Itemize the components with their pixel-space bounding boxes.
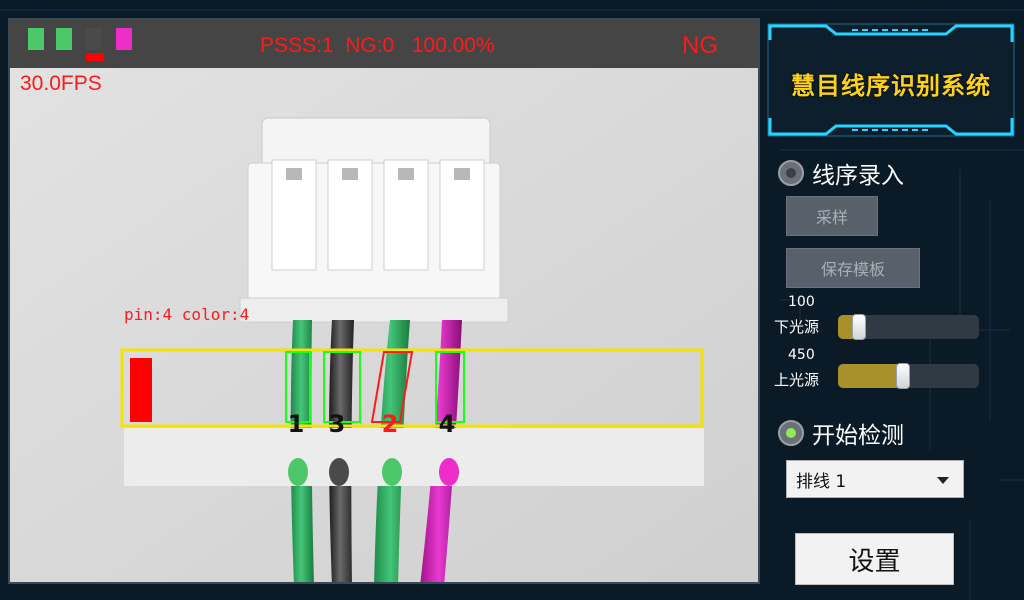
- connector: [239, 117, 509, 323]
- sample-button[interactable]: 采样: [786, 196, 878, 236]
- order-strip: [124, 428, 704, 486]
- radio-button[interactable]: [778, 420, 804, 446]
- app-title-box: 慧目线序识别系统: [766, 22, 1016, 138]
- camera-image: [10, 68, 758, 582]
- radio-label: 线序录入: [812, 163, 904, 189]
- upper-light-label: 上光源: [774, 371, 820, 389]
- lower-light-value: 100: [788, 294, 815, 310]
- fps-label: 30.0FPS: [20, 72, 102, 95]
- radio-label: 开始检测: [812, 423, 904, 449]
- save-template-button[interactable]: 保存模板: [786, 248, 920, 288]
- ng-indicator: [130, 358, 152, 422]
- order-number: 3: [328, 410, 346, 438]
- order-number: 1: [287, 410, 305, 438]
- cable-select[interactable]: 排线 1: [786, 460, 964, 498]
- color-swatch-3: [86, 28, 102, 50]
- inspection-stats: PSSS:1 NG:0 100.00%: [260, 34, 495, 57]
- color-swatch-1: [28, 28, 44, 50]
- upper-light-slider-thumb[interactable]: [896, 363, 910, 389]
- result-label: NG: [682, 32, 718, 59]
- radio-button[interactable]: [778, 160, 804, 186]
- order-number: 2: [381, 410, 399, 438]
- error-marker: [86, 53, 104, 61]
- chevron-down-icon: [937, 477, 949, 484]
- radio-detect-mode[interactable]: 开始检测: [778, 416, 904, 450]
- settings-button[interactable]: 设置: [795, 533, 954, 585]
- color-swatch-4: [116, 28, 132, 50]
- cable-select-value: 排线 1: [796, 471, 847, 492]
- upper-light-value: 450: [788, 347, 815, 363]
- color-swatch-2: [56, 28, 72, 50]
- status-bar: PSSS:1 NG:0 100.00% NG: [10, 20, 758, 68]
- lower-light-slider-thumb[interactable]: [852, 314, 866, 340]
- pin-color-label: pin:4 color:4: [124, 305, 250, 324]
- radio-record-mode[interactable]: 线序录入: [778, 156, 904, 190]
- app-title: 慧目线序识别系统: [791, 72, 991, 100]
- lower-light-label: 下光源: [774, 318, 820, 336]
- camera-view: PSSS:1 NG:0 100.00% NG 30.0FPS pin:4 col…: [8, 18, 760, 584]
- order-number: 4: [438, 410, 456, 438]
